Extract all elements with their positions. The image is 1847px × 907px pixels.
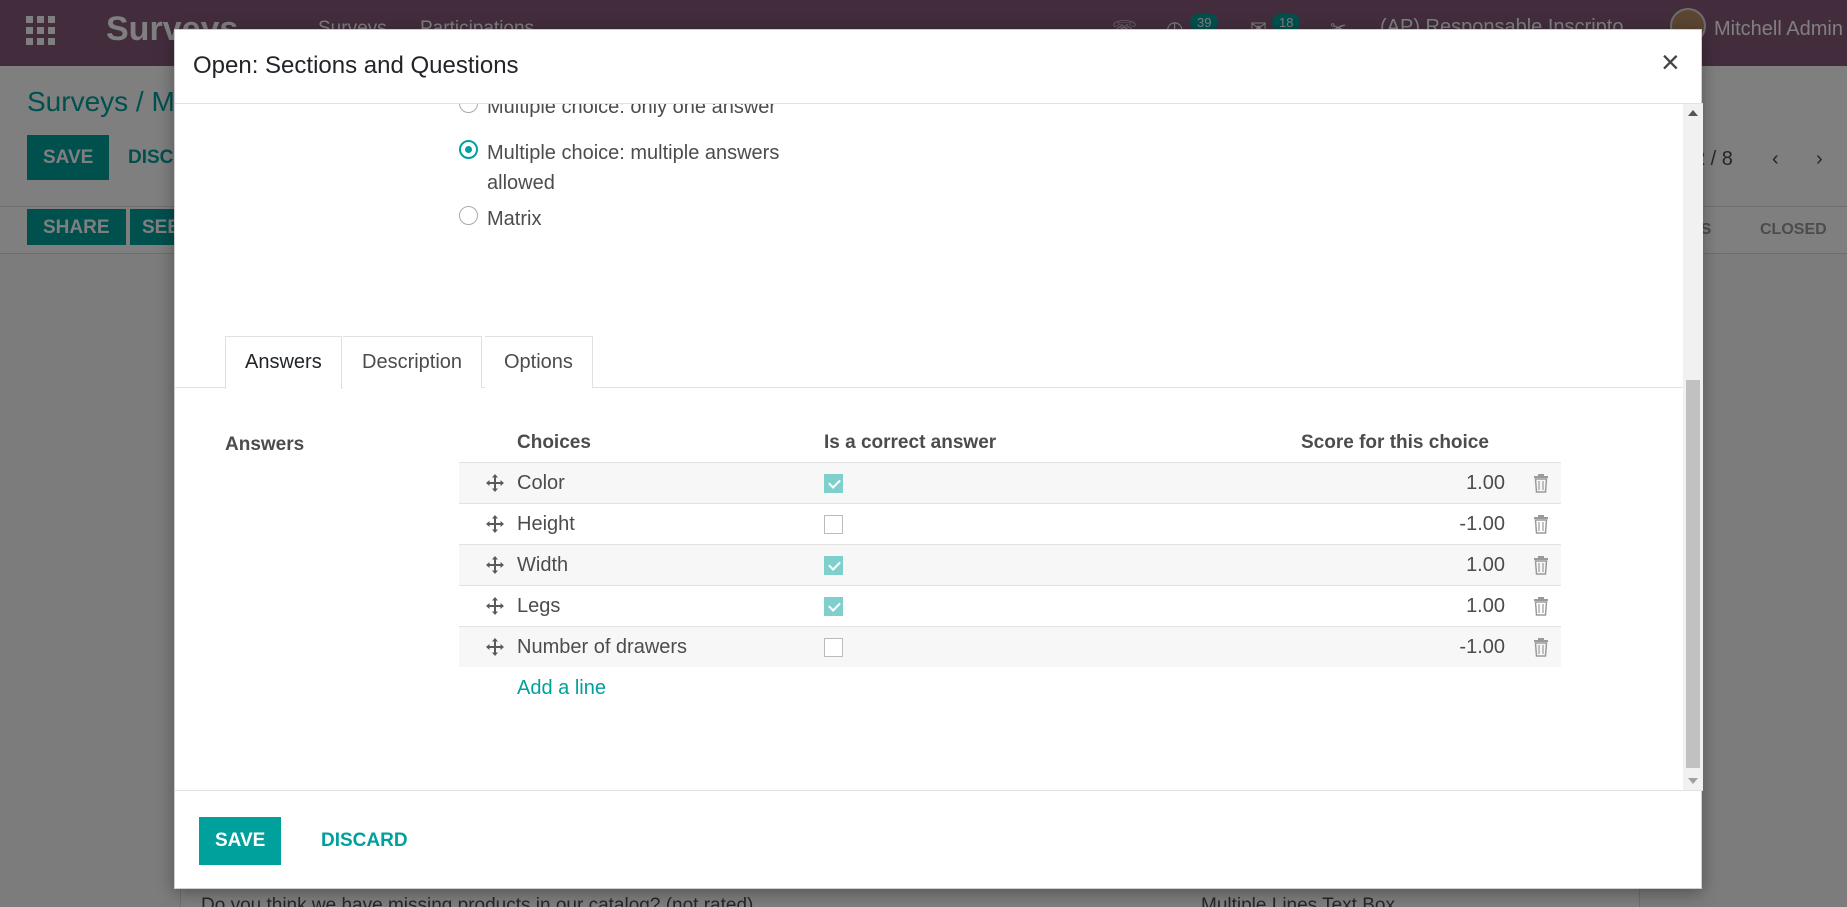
radio-button[interactable]: [459, 206, 478, 225]
trash-icon[interactable]: [1533, 637, 1549, 657]
correct-answer-checkbox[interactable]: [824, 638, 843, 657]
tab-answers[interactable]: Answers: [225, 336, 342, 389]
radio-button[interactable]: [459, 104, 478, 113]
radio-label: Multiple choice: only one answer: [487, 104, 777, 118]
choice-cell[interactable]: Height: [517, 513, 575, 536]
table-row[interactable]: Color 1.00: [459, 462, 1561, 503]
table-row[interactable]: Height -1.00: [459, 503, 1561, 544]
trash-icon[interactable]: [1533, 514, 1549, 534]
correct-answer-checkbox[interactable]: [824, 515, 843, 534]
save-button[interactable]: SAVE: [199, 817, 282, 865]
correct-answer-checkbox[interactable]: [824, 556, 843, 575]
modal-header: Open: Sections and Questions ×: [175, 30, 1703, 104]
choice-cell[interactable]: Width: [517, 554, 568, 577]
close-icon[interactable]: ×: [1661, 46, 1680, 78]
tab-options[interactable]: Options: [485, 336, 593, 388]
score-cell[interactable]: 1.00: [1466, 595, 1505, 618]
scroll-thumb[interactable]: [1686, 380, 1700, 768]
discard-button[interactable]: DISCARD: [305, 817, 424, 865]
score-cell[interactable]: 1.00: [1466, 554, 1505, 577]
radio-label: Multiple choice: multiple answers allowe…: [487, 142, 780, 194]
modal-dialog: Open: Sections and Questions × Multiple …: [174, 29, 1703, 890]
trash-icon[interactable]: [1533, 473, 1549, 493]
table-row[interactable]: Number of drawers -1.00: [459, 626, 1561, 667]
modal-title: Open: Sections and Questions: [193, 52, 519, 79]
choice-cell[interactable]: Legs: [517, 595, 560, 618]
drag-handle-icon[interactable]: [485, 555, 505, 575]
choice-cell[interactable]: Number of drawers: [517, 636, 687, 659]
table-row[interactable]: Legs 1.00: [459, 585, 1561, 626]
tab-bar: Answers Description Options: [175, 336, 1683, 389]
drag-handle-icon[interactable]: [485, 596, 505, 616]
drag-handle-icon[interactable]: [485, 514, 505, 534]
score-cell[interactable]: -1.00: [1459, 513, 1505, 536]
column-choices[interactable]: Choices: [517, 432, 591, 454]
column-score[interactable]: Score for this choice: [1301, 432, 1489, 454]
table-row[interactable]: Width 1.00: [459, 544, 1561, 585]
correct-answer-checkbox[interactable]: [824, 474, 843, 493]
trash-icon[interactable]: [1533, 596, 1549, 616]
modal-body: Multiple choice: only one answer Multipl…: [175, 104, 1683, 790]
radio-button-checked[interactable]: [459, 140, 478, 159]
score-cell[interactable]: 1.00: [1466, 472, 1505, 495]
correct-answer-checkbox[interactable]: [824, 597, 843, 616]
choice-cell[interactable]: Color: [517, 472, 565, 495]
scroll-up-icon[interactable]: [1688, 110, 1698, 116]
add-a-line-link[interactable]: Add a line: [517, 677, 606, 700]
modal-footer: SAVE DISCARD: [175, 790, 1703, 890]
modal-scrollbar[interactable]: [1683, 104, 1703, 790]
drag-handle-icon[interactable]: [485, 473, 505, 493]
trash-icon[interactable]: [1533, 555, 1549, 575]
tab-description[interactable]: Description: [343, 336, 483, 388]
column-is-correct[interactable]: Is a correct answer: [824, 432, 996, 454]
table-header: Choices Is a correct answer Score for th…: [459, 420, 1561, 462]
scroll-down-icon[interactable]: [1688, 778, 1698, 784]
score-cell[interactable]: -1.00: [1459, 636, 1505, 659]
drag-handle-icon[interactable]: [485, 637, 505, 657]
answers-field-label: Answers: [225, 434, 305, 455]
radio-label: Matrix: [487, 208, 542, 230]
